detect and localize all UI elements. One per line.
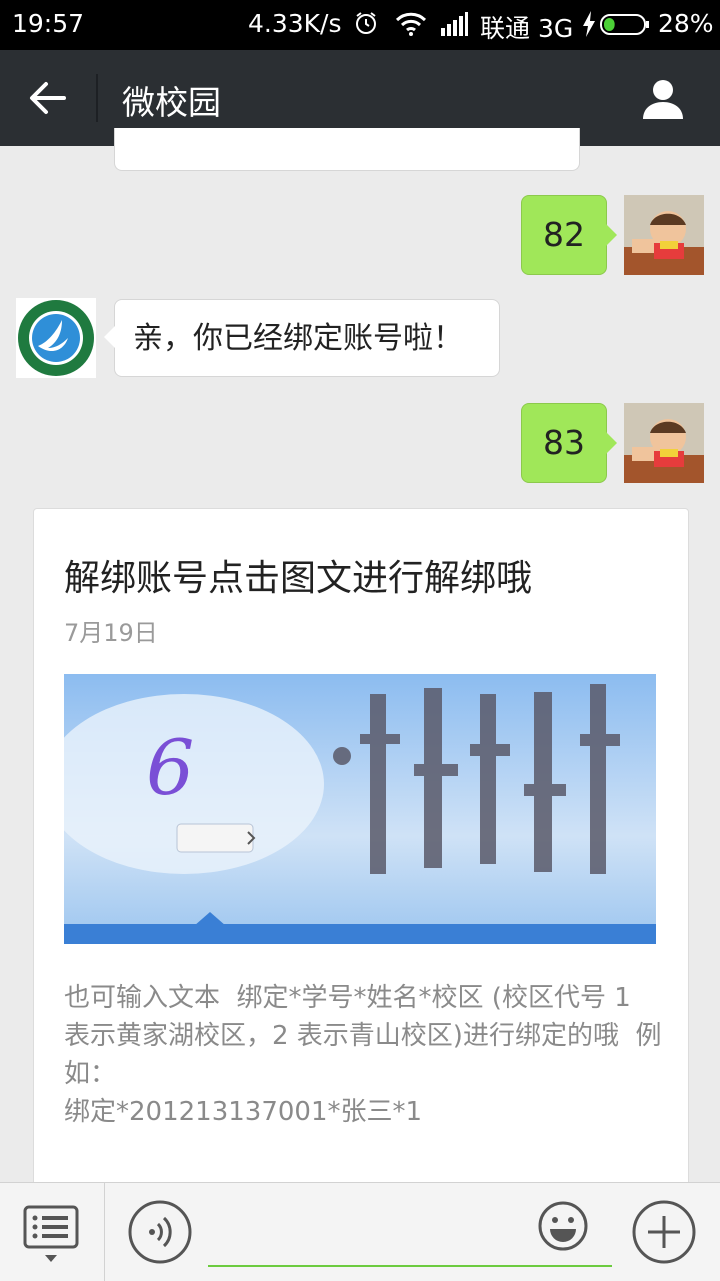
menu-list-icon[interactable] — [22, 1205, 80, 1263]
plus-icon[interactable] — [632, 1200, 696, 1264]
battery-percent: 28% — [658, 9, 714, 38]
charging-icon — [583, 11, 595, 37]
school-avatar[interactable] — [16, 298, 96, 378]
previous-message-bubble[interactable] — [114, 128, 580, 171]
user-avatar[interactable] — [624, 195, 704, 275]
message-text: 82 — [543, 215, 585, 254]
message-text: 83 — [543, 423, 585, 462]
article-description: 也可输入文本 绑定*学号*姓名*校区 (校区代号 1 表示黄家湖校区，2 表示青… — [64, 983, 662, 1127]
svg-text:6: 6 — [146, 723, 194, 812]
wifi-icon — [395, 12, 427, 36]
received-message-bubble[interactable]: 亲，你已经绑定账号啦！ — [104, 299, 500, 377]
profile-icon[interactable] — [642, 78, 684, 120]
message-text: 亲，你已经绑定账号啦！ — [133, 321, 463, 356]
status-bar: 19:57 4.33K/s 联通 3G 28% — [0, 0, 720, 50]
battery-icon — [600, 14, 649, 35]
input-bar-divider — [104, 1183, 105, 1281]
voice-icon[interactable] — [128, 1200, 192, 1264]
article-cover-image[interactable]: 6 — [64, 674, 656, 944]
article-card[interactable]: 解绑账号点击图文进行解绑哦 7月19日 6 也可输入文本 绑定*学号*姓名*校区… — [33, 508, 689, 1210]
sent-message-bubble[interactable]: 82 — [521, 195, 617, 275]
article-date: 7月19日 — [64, 619, 158, 647]
title-divider — [96, 74, 98, 122]
input-bar — [0, 1182, 720, 1281]
bubble-tail — [606, 432, 617, 454]
baby-photo-icon — [624, 403, 704, 483]
carrier-label: 联通 3G — [480, 14, 574, 43]
bubble-tail — [104, 326, 115, 348]
baby-photo-icon — [624, 195, 704, 275]
article-title: 解绑账号点击图文进行解绑哦 — [64, 558, 533, 599]
page-title: 微校园 — [122, 83, 221, 122]
user-avatar[interactable] — [624, 403, 704, 483]
school-logo-icon — [18, 300, 94, 376]
status-time: 19:57 — [12, 9, 85, 38]
sent-message-bubble[interactable]: 83 — [521, 403, 617, 483]
alarm-icon — [356, 12, 376, 34]
bubble-tail — [606, 224, 617, 246]
network-speed: 4.33K/s — [248, 9, 342, 38]
emoji-icon[interactable] — [538, 1201, 588, 1251]
back-arrow-icon[interactable] — [28, 80, 68, 116]
cover-banner-icon: 6 — [64, 674, 656, 944]
signal-icon — [441, 12, 468, 36]
